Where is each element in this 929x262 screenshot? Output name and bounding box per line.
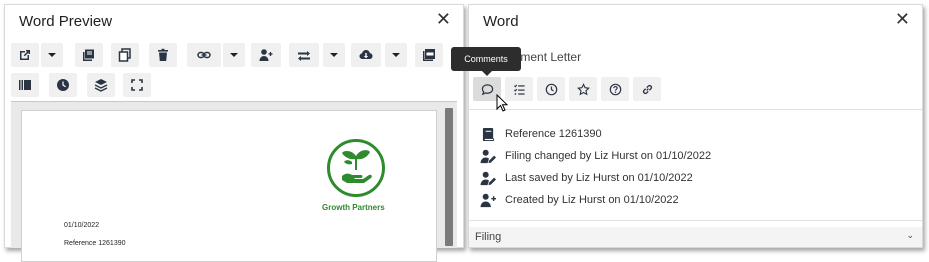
close-icon[interactable]: ✕ (436, 9, 451, 29)
add-user-icon (259, 49, 273, 61)
link-button[interactable] (187, 43, 221, 67)
dropdown-caret-icon (392, 53, 400, 57)
tooltip-text: Comments (464, 54, 508, 64)
link-dropdown-button[interactable] (223, 43, 245, 67)
tab-help[interactable] (601, 77, 629, 101)
comments-tooltip: Comments (451, 47, 521, 76)
open-external-icon (20, 50, 30, 60)
tab-links[interactable] (633, 77, 661, 101)
close-icon[interactable]: ✕ (895, 9, 910, 29)
copy-button[interactable] (111, 43, 139, 67)
panel-layout-icon (19, 80, 31, 90)
delete-icon (158, 48, 168, 61)
document-info-list: Reference 1261390 Filing changed by Liz … (469, 109, 922, 221)
swap-dropdown-button[interactable] (323, 43, 345, 67)
copy-icon (118, 48, 131, 62)
swap-icon (298, 51, 310, 61)
logo-company-name: Growth Partners (322, 203, 385, 212)
user-edit-icon (479, 170, 497, 186)
panel-layout-button[interactable] (11, 73, 39, 97)
delete-button[interactable] (149, 43, 177, 67)
pdf-button[interactable] (415, 43, 443, 67)
plant-hand-icon (342, 150, 372, 183)
clock-icon (57, 79, 69, 91)
document-date: 01/10/2022 (64, 222, 100, 229)
info-reference-text: Reference 1261390 (505, 128, 602, 140)
user-edit-icon (479, 148, 497, 164)
download-dropdown-button[interactable] (385, 43, 407, 67)
document-preview-area[interactable]: Growth Partners 01/10/2022 Reference 126… (11, 101, 457, 262)
mouse-cursor-icon (496, 94, 508, 112)
info-reference: Reference 1261390 (479, 124, 602, 144)
link-icon (197, 51, 211, 59)
comment-icon (481, 83, 493, 95)
document-page: Growth Partners 01/10/2022 Reference 126… (21, 110, 437, 262)
history-button[interactable] (49, 73, 77, 97)
cloud-download-icon (359, 50, 373, 59)
link-icon (642, 84, 652, 94)
filing-section-header[interactable]: Filing ⌄ (469, 227, 922, 247)
open-dropdown-button[interactable] (41, 43, 63, 67)
word-details-panel: Word ✕ Engagement Letter Reference 12613… (468, 4, 923, 248)
filing-label: Filing (475, 231, 502, 243)
document-reference: Reference 1261390 (64, 240, 126, 247)
clock-icon (545, 83, 557, 95)
word-preview-title: Word Preview (19, 13, 113, 30)
info-created: Created by Liz Hurst on 01/10/2022 (479, 190, 679, 210)
word-preview-header: Word Preview ✕ (5, 5, 463, 37)
book-icon (479, 126, 497, 142)
word-header: Word ✕ (469, 5, 922, 37)
layers-icon (94, 79, 108, 92)
user-add-icon (479, 192, 497, 208)
dropdown-caret-icon (230, 53, 238, 57)
tab-favorite[interactable] (569, 77, 597, 101)
fullscreen-icon (131, 79, 143, 91)
checklist-icon (513, 84, 525, 95)
help-icon (609, 83, 621, 95)
word-title: Word (483, 13, 519, 30)
info-filing-changed: Filing changed by Liz Hurst on 01/10/202… (479, 146, 711, 166)
fullscreen-button[interactable] (123, 73, 151, 97)
library-icon (83, 49, 94, 61)
star-icon (576, 82, 590, 95)
chevron-down-icon: ⌄ (906, 230, 914, 240)
info-last-saved: Last saved by Liz Hurst on 01/10/2022 (479, 168, 693, 188)
app-frame: Word Preview ✕ Growth Partners 01/10/202… (0, 0, 929, 262)
dropdown-caret-icon (330, 53, 338, 57)
dropdown-caret-icon (48, 53, 56, 57)
info-last-saved-text: Last saved by Liz Hurst on 01/10/2022 (505, 172, 693, 184)
growth-partners-logo (327, 139, 385, 197)
pdf-icon (423, 49, 435, 61)
tab-history[interactable] (537, 77, 565, 101)
swap-button[interactable] (289, 43, 319, 67)
detail-tabs (473, 77, 919, 105)
info-created-text: Created by Liz Hurst on 01/10/2022 (505, 194, 679, 206)
cloud-download-button[interactable] (351, 43, 381, 67)
open-external-button[interactable] (11, 43, 39, 67)
word-preview-panel: Word Preview ✕ Growth Partners 01/10/202… (4, 4, 464, 262)
library-button[interactable] (75, 43, 103, 67)
add-user-button[interactable] (251, 43, 281, 67)
tab-checklist[interactable] (505, 77, 533, 101)
info-filing-changed-text: Filing changed by Liz Hurst on 01/10/202… (505, 150, 712, 162)
preview-scrollbar[interactable] (445, 108, 453, 246)
layers-button[interactable] (87, 73, 115, 97)
